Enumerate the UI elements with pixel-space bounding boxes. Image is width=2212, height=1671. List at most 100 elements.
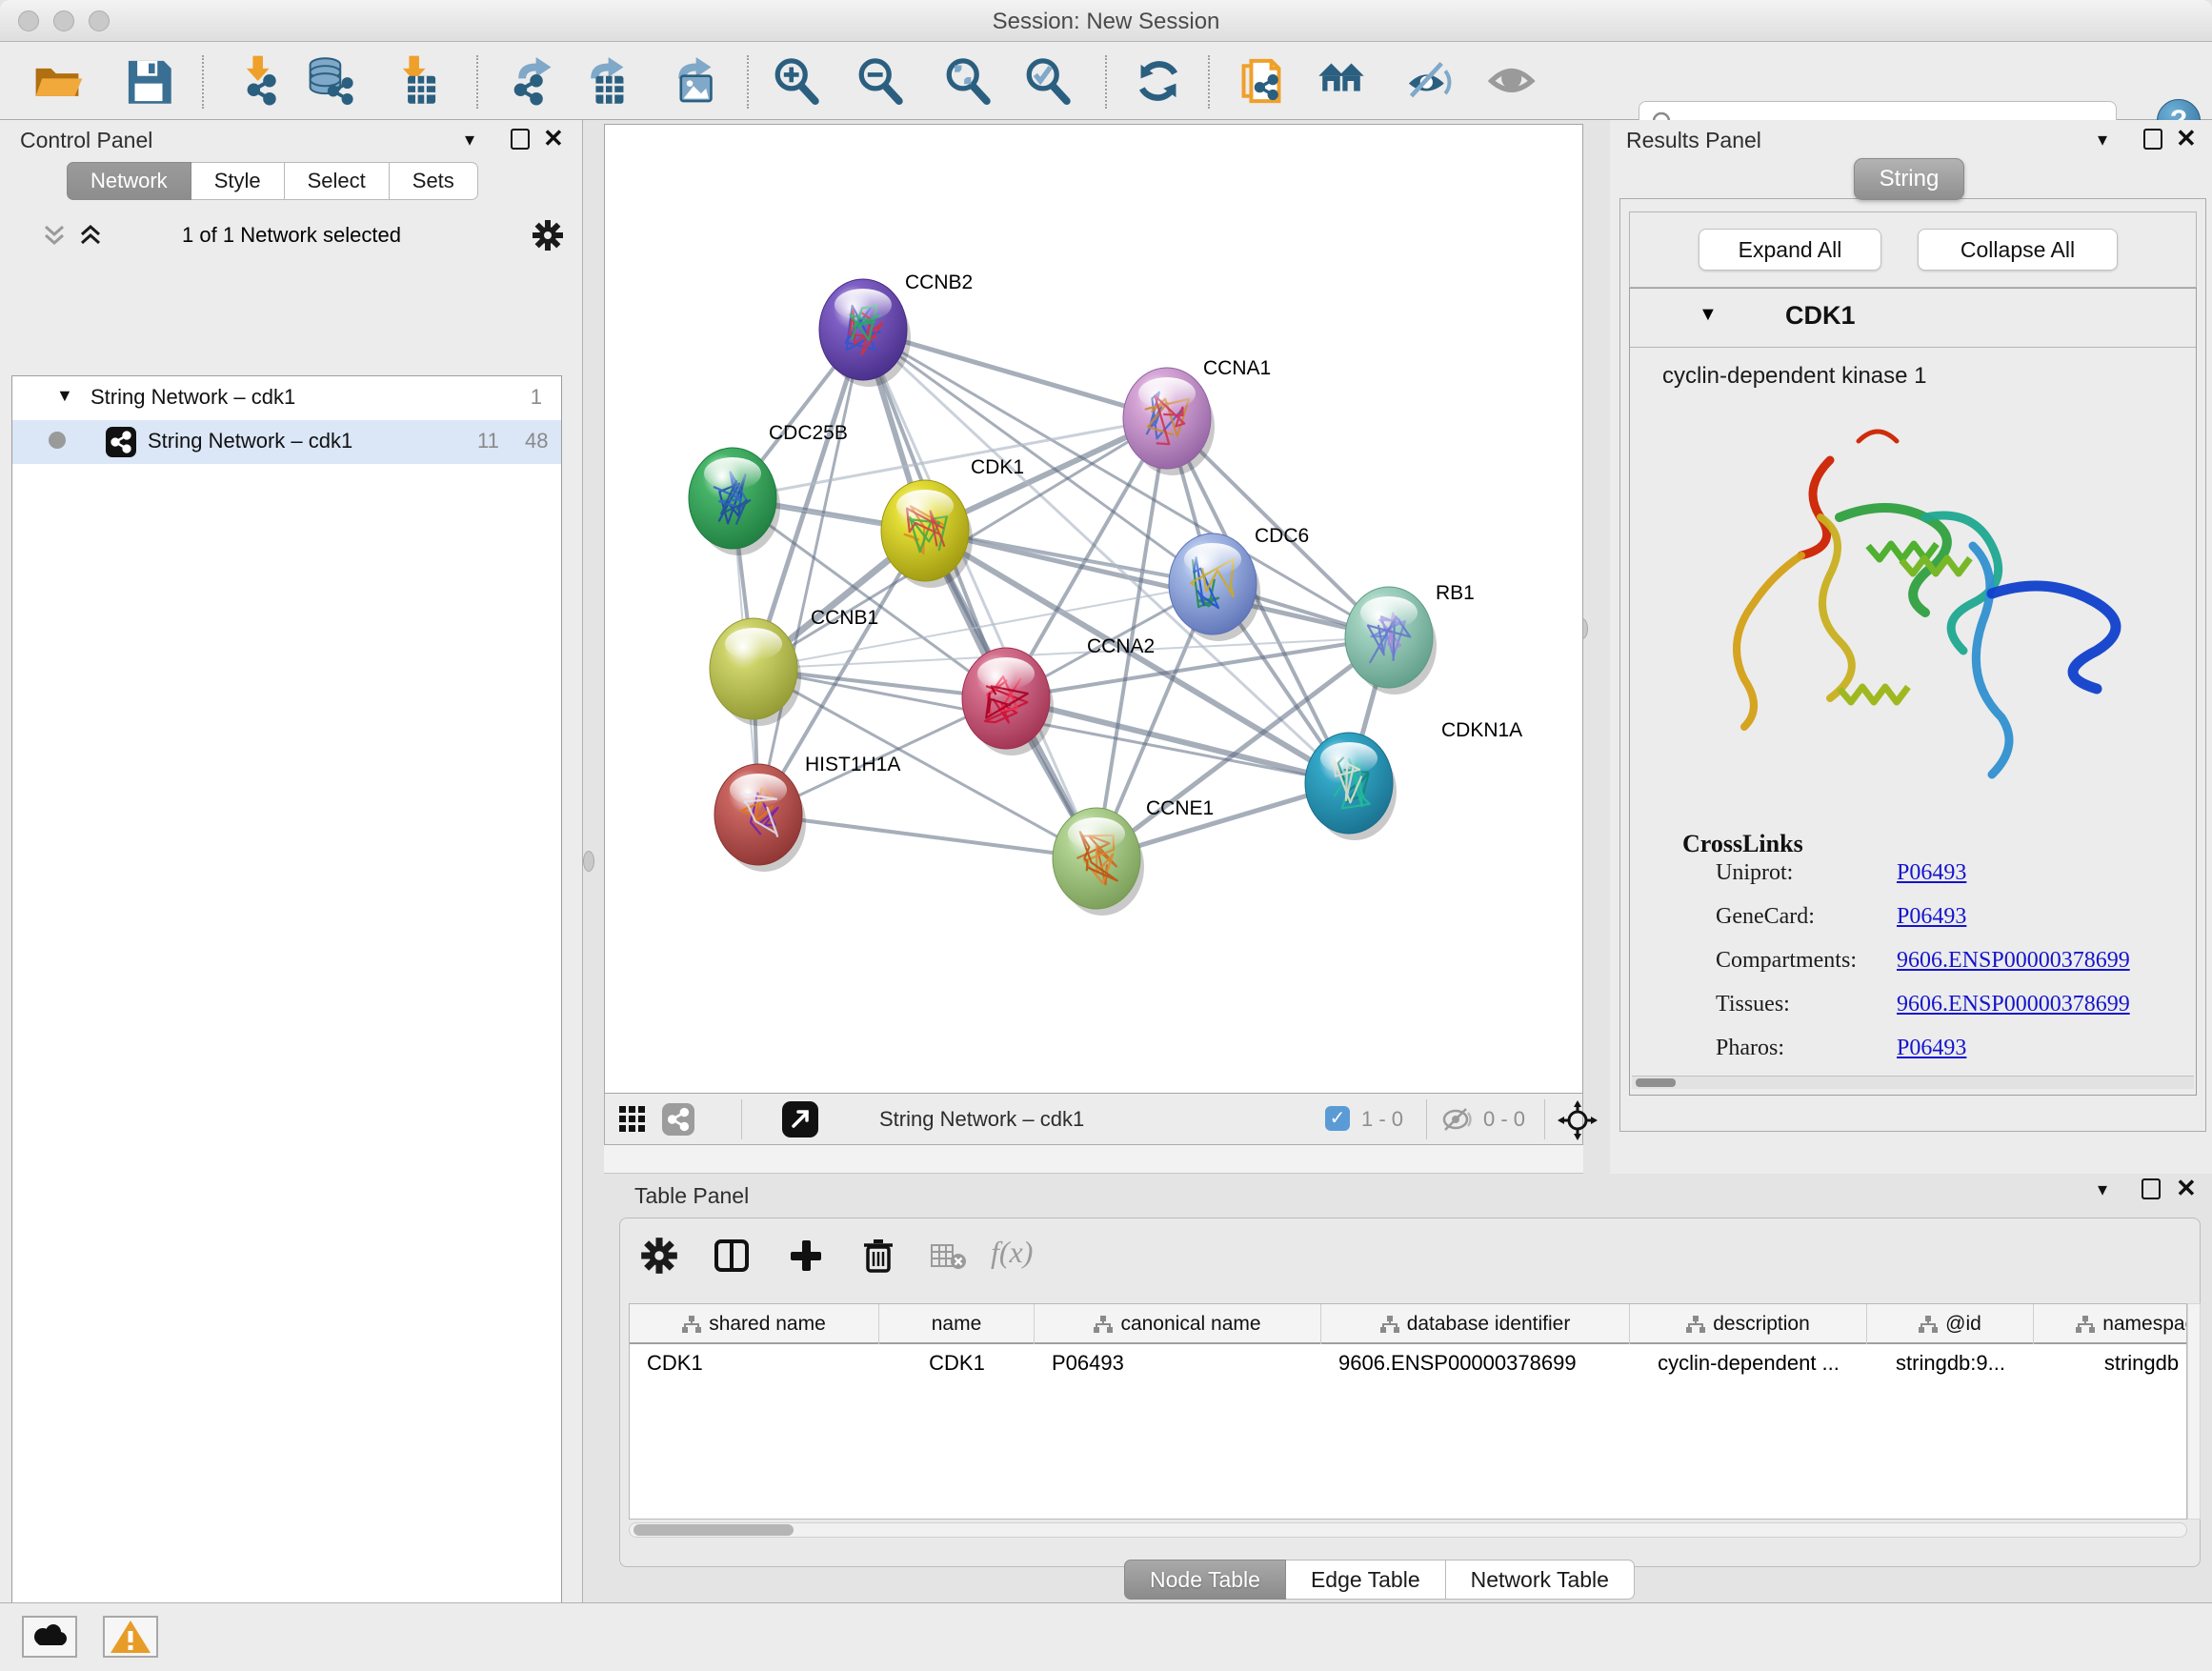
tab-select[interactable]: Select	[285, 162, 390, 200]
column-header-name[interactable]: name	[879, 1304, 1035, 1344]
crosslink-link[interactable]: 9606.ENSP00000378699	[1897, 992, 2130, 1017]
import-network-file-icon[interactable]	[231, 53, 287, 109]
zoom-fit-icon[interactable]	[940, 53, 995, 109]
node-table[interactable]: shared namenamecanonical namedatabase id…	[629, 1303, 2187, 1520]
control-panel-menu-icon[interactable]: ▾	[465, 128, 474, 151]
selected-nodes-checkbox[interactable]: ✓	[1325, 1106, 1350, 1131]
open-session-icon[interactable]	[30, 53, 85, 109]
table-panel-close-icon[interactable]: ✕	[2176, 1178, 2197, 1198]
table-cell[interactable]: stringdb	[2034, 1344, 2187, 1382]
zoom-in-icon[interactable]	[769, 53, 824, 109]
tab-sets[interactable]: Sets	[390, 162, 478, 200]
edge-CCNB2-CCNE1[interactable]	[863, 330, 1096, 858]
left-splitter-handle[interactable]	[583, 851, 594, 872]
results-panel-close-icon[interactable]: ✕	[2176, 128, 2197, 149]
crosslink-link[interactable]: P06493	[1897, 860, 1966, 886]
birdseye-crosshair-icon[interactable]	[1558, 1100, 1598, 1140]
table-panel-float-icon[interactable]	[2142, 1178, 2161, 1199]
table-vscrollbar[interactable]	[2187, 1303, 2201, 1520]
import-table-icon[interactable]	[388, 53, 443, 109]
cloud-button[interactable]	[22, 1616, 77, 1658]
column-header-namespace[interactable]: namespace	[2034, 1304, 2187, 1344]
crosslink-link[interactable]: P06493	[1897, 904, 1966, 930]
node-CCNA2[interactable]	[962, 648, 1054, 755]
node-CCNA1[interactable]	[1123, 368, 1215, 475]
edge-CDK1-RB1[interactable]	[925, 531, 1389, 637]
network-row-selected[interactable]: String Network – cdk1 11 48	[12, 420, 561, 464]
control-panel-close-icon[interactable]: ✕	[543, 128, 564, 149]
export-network-icon[interactable]	[506, 53, 561, 109]
column-header-id[interactable]: @id	[1867, 1304, 2034, 1344]
table-type-tabs: Node TableEdge TableNetwork Table	[1124, 1560, 1635, 1600]
export-table-icon[interactable]	[578, 53, 633, 109]
hide-selected-icon[interactable]	[1401, 53, 1457, 109]
table-cell[interactable]: cyclin-dependent ...	[1630, 1344, 1867, 1382]
table-cell[interactable]: P06493	[1035, 1344, 1321, 1382]
table-hscrollbar[interactable]	[629, 1522, 2187, 1538]
save-session-icon[interactable]	[121, 53, 176, 109]
control-panel-float-icon[interactable]	[511, 129, 530, 150]
node-CDK1[interactable]	[881, 480, 973, 588]
expand-all-button[interactable]: Expand All	[1699, 229, 1881, 271]
node-RB1[interactable]	[1345, 587, 1437, 695]
results-button-row: Expand All Collapse All	[1629, 211, 2197, 288]
node-CCNE1[interactable]	[1053, 808, 1144, 916]
show-eye-icon[interactable]	[1485, 53, 1540, 109]
column-header-databaseidentifier[interactable]: database identifier	[1321, 1304, 1630, 1344]
tab-network[interactable]: Network	[67, 162, 191, 200]
tab-node-table[interactable]: Node Table	[1124, 1560, 1286, 1600]
edge-CCNE1-HIST1H1A[interactable]	[758, 815, 1096, 858]
crosslink-link[interactable]: 9606.ENSP00000378699	[1897, 948, 2130, 974]
function-builder-icon[interactable]: f(x)	[991, 1235, 1033, 1270]
hidden-eye-icon[interactable]	[1439, 1105, 1474, 1134]
tab-edge-table[interactable]: Edge Table	[1286, 1560, 1446, 1600]
zoom-out-icon[interactable]	[853, 53, 908, 109]
detach-view-icon[interactable]	[782, 1101, 818, 1137]
export-image-icon[interactable]	[666, 53, 721, 109]
table-cell[interactable]: 9606.ENSP00000378699	[1321, 1344, 1630, 1382]
warnings-button[interactable]	[103, 1616, 158, 1658]
import-network-database-icon[interactable]	[304, 53, 359, 109]
network-collection-row[interactable]: ▼ String Network – cdk1 1	[12, 376, 561, 420]
table-cell[interactable]: CDK1	[879, 1344, 1035, 1382]
copy-style-icon[interactable]	[1234, 53, 1289, 109]
results-hscrollbar[interactable]	[1632, 1076, 2194, 1089]
table-cell[interactable]: CDK1	[630, 1344, 879, 1382]
node-CDKN1A[interactable]	[1305, 733, 1397, 840]
zoom-selected-icon[interactable]	[1020, 53, 1076, 109]
results-hscrollbar-thumb[interactable]	[1636, 1078, 1676, 1087]
share-view-icon[interactable]	[662, 1103, 694, 1136]
tab-network-table[interactable]: Network Table	[1446, 1560, 1635, 1600]
delete-table-icon[interactable]	[930, 1240, 968, 1273]
apply-layout-icon[interactable]	[1131, 53, 1186, 109]
gene-section-header[interactable]: ▼ CDK1	[1630, 289, 2196, 348]
crosslink-link[interactable]: P06493	[1897, 1036, 1966, 1061]
toolbar-separator	[1105, 55, 1107, 109]
collapse-all-button[interactable]: Collapse All	[1918, 229, 2118, 271]
network-options-gear-icon[interactable]	[532, 219, 564, 252]
network-canvas[interactable]: CCNB2CCNA1CDC25BCDK1CDC6RB1CCNB1CCNA2CDK…	[604, 124, 1583, 1094]
results-panel-float-icon[interactable]	[2143, 129, 2162, 150]
table-panel-menu-icon[interactable]: ▾	[2098, 1178, 2107, 1201]
tab-style[interactable]: Style	[191, 162, 285, 200]
column-header-description[interactable]: description	[1630, 1304, 1867, 1344]
show-columns-icon[interactable]	[713, 1237, 751, 1275]
edge-CCNB2-HIST1H1A[interactable]	[758, 330, 863, 815]
grid-view-icon[interactable]	[618, 1105, 647, 1134]
table-options-gear-icon[interactable]	[640, 1237, 678, 1275]
tab-string[interactable]: String	[1854, 158, 1964, 200]
show-all-networks-icon[interactable]	[1314, 53, 1369, 109]
column-header-sharedname[interactable]: shared name	[630, 1304, 879, 1344]
node-HIST1H1A[interactable]	[714, 764, 806, 872]
delete-column-trash-icon[interactable]	[859, 1237, 897, 1275]
column-header-canonicalname[interactable]: canonical name	[1035, 1304, 1321, 1344]
gene-expander-icon[interactable]: ▼	[1699, 304, 1718, 326]
add-column-icon[interactable]	[787, 1237, 825, 1275]
collection-expander-icon[interactable]: ▼	[56, 386, 73, 406]
table-hscrollbar-thumb[interactable]	[633, 1524, 794, 1536]
node-CCNB1[interactable]	[710, 618, 801, 726]
table-cell[interactable]: stringdb:9...	[1867, 1344, 2034, 1382]
node-CDC25B[interactable]	[689, 448, 780, 555]
results-panel-menu-icon[interactable]: ▾	[2098, 128, 2107, 151]
node-CDC6[interactable]	[1169, 534, 1260, 641]
